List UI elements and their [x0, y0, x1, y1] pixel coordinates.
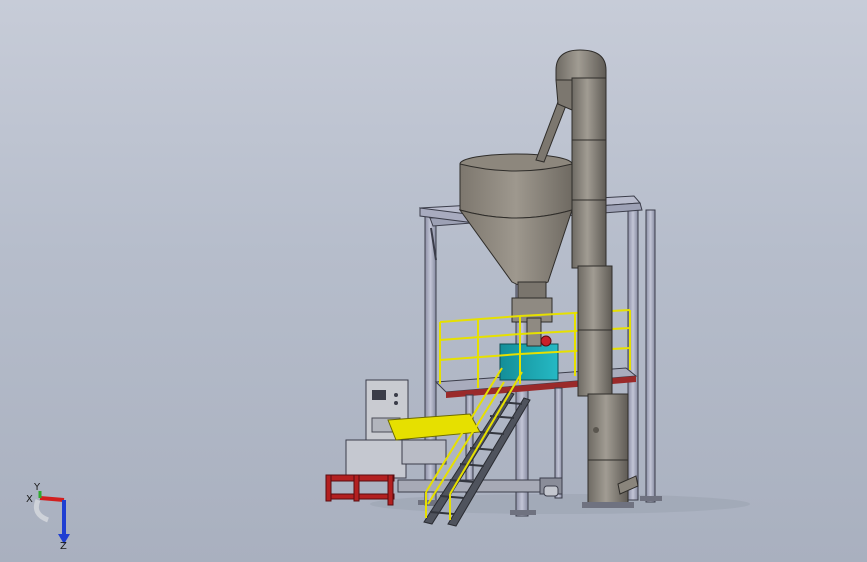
cad-model-scene[interactable] [0, 0, 867, 562]
red-frame-leg [353, 474, 360, 502]
red-frame-leg [387, 474, 394, 506]
foot-plate [640, 496, 662, 501]
triad-shadow-arc [33, 499, 49, 523]
z-axis-label: Z [60, 541, 67, 550]
hopper-cone [458, 209, 573, 288]
elevator-base [582, 502, 634, 508]
inspection-port [593, 427, 599, 433]
cabinet-button [394, 401, 398, 405]
x-axis-label: X [26, 494, 33, 505]
red-frame-bottom [325, 493, 395, 500]
sewing-unit [401, 439, 447, 465]
y-axis-label: Y [33, 482, 41, 493]
cabinet-button [394, 393, 398, 397]
elevator-casing-upper [571, 77, 607, 269]
hopper-cylinder [459, 163, 573, 219]
elevator-casing-lower [577, 265, 613, 397]
weighing-unit[interactable] [499, 317, 559, 381]
machine-housing [345, 439, 407, 479]
orientation-triad[interactable]: X Y Z [18, 478, 88, 550]
base-pipe [543, 485, 559, 497]
hopper-outlet [517, 281, 547, 301]
foot-plate [510, 510, 536, 515]
cad-viewport[interactable]: X Y Z [0, 0, 867, 562]
bucket-elevator[interactable] [555, 49, 639, 508]
red-frame-leg [325, 474, 332, 502]
red-motor [540, 335, 552, 347]
cabinet-screen [372, 390, 386, 400]
x-axis-line [39, 496, 65, 502]
frame-leg-back-right-2 [645, 209, 656, 503]
red-frame-top [325, 474, 395, 482]
teal-weighing-unit [499, 343, 559, 381]
elevator-head [555, 49, 607, 81]
